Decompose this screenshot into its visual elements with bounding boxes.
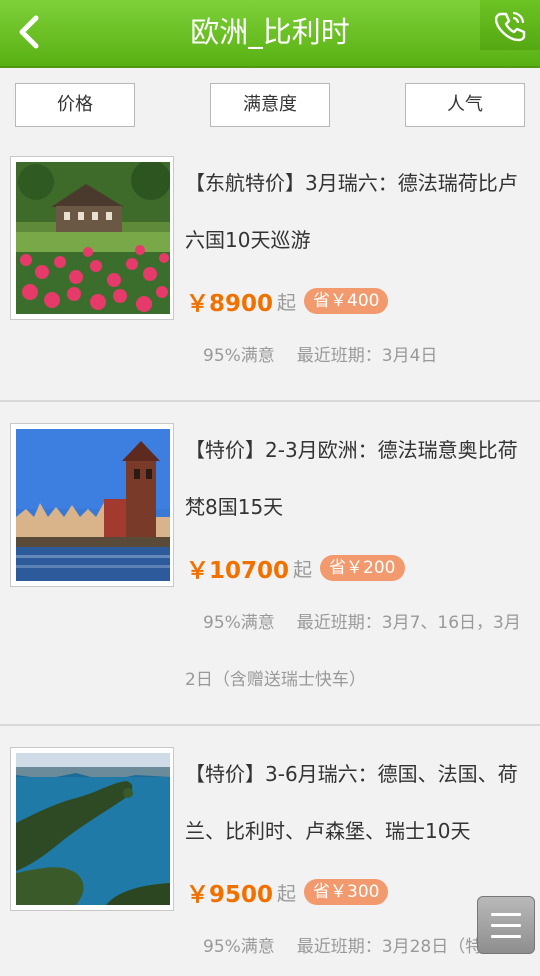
app-header: 欧洲_比利时 (0, 0, 540, 68)
price-row: ￥9500 起省￥300 (186, 875, 389, 909)
product-list-item[interactable]: 【东航特价】3月瑞六：德法瑞荷比卢六国10天巡游 ￥8900 起省￥400 95%… (0, 144, 540, 402)
satisfaction-rate: 95%满意 (203, 613, 275, 633)
sort-by-popularity-button[interactable]: 人气 (405, 83, 525, 127)
product-price: ￥10700 (186, 558, 290, 584)
sort-by-satisfaction-button[interactable]: 满意度 (210, 83, 330, 127)
departure-schedule: 最近班期：3月4日 (296, 346, 438, 366)
satisfaction-rate: 95%满意 (203, 346, 275, 366)
discount-badge: 省￥300 (304, 879, 389, 905)
garden-house-image (16, 162, 170, 314)
lake-coast-image (16, 753, 170, 905)
product-thumbnail (10, 423, 174, 587)
product-meta: 95%满意 最近班期：3月28日（特 (185, 919, 525, 976)
product-thumbnail (10, 747, 174, 911)
product-meta: 95%满意 最近班期：3月7、16日，3月2日（含赠送瑞士快车） (185, 595, 525, 709)
discount-badge: 省￥400 (304, 288, 389, 314)
price-from-label: 起 (277, 291, 297, 314)
product-price: ￥8900 (186, 291, 274, 317)
phone-icon (494, 11, 526, 42)
product-title: 【特价】2-3月欧洲：德法瑞意奥比荷梵8国15天 (185, 438, 518, 519)
price-row: ￥10700 起省￥200 (186, 551, 405, 585)
call-button[interactable] (480, 0, 540, 50)
price-from-label: 起 (293, 558, 313, 581)
product-meta: 95%满意 最近班期：3月4日 (185, 328, 525, 385)
satisfaction-rate: 95%满意 (203, 937, 275, 957)
product-list-item[interactable]: 【特价】3-6月瑞六：德国、法国、荷兰、比利时、卢森堡、瑞士10天 ￥9500 起… (0, 726, 540, 966)
sort-by-price-button[interactable]: 价格 (15, 83, 135, 127)
product-title: 【东航特价】3月瑞六：德法瑞荷比卢六国10天巡游 (185, 171, 518, 252)
product-price: ￥9500 (186, 882, 274, 908)
departure-schedule: 最近班期：3月28日（特 (296, 937, 483, 957)
product-title: 【特价】3-6月瑞六：德国、法国、荷兰、比利时、卢森堡、瑞士10天 (185, 762, 518, 843)
page-title: 欧洲_比利时 (190, 15, 350, 49)
product-list-item[interactable]: 【特价】2-3月欧洲：德法瑞意奥比荷梵8国15天 ￥10700 起省￥200 95… (0, 402, 540, 726)
harbor-town-image (16, 429, 170, 581)
price-row: ￥8900 起省￥400 (186, 284, 389, 318)
product-thumbnail (10, 156, 174, 320)
sort-filter-bar: 价格 满意度 人气 (0, 68, 540, 144)
discount-badge: 省￥200 (320, 555, 405, 581)
floating-menu-button[interactable] (477, 896, 535, 954)
price-from-label: 起 (277, 882, 297, 905)
